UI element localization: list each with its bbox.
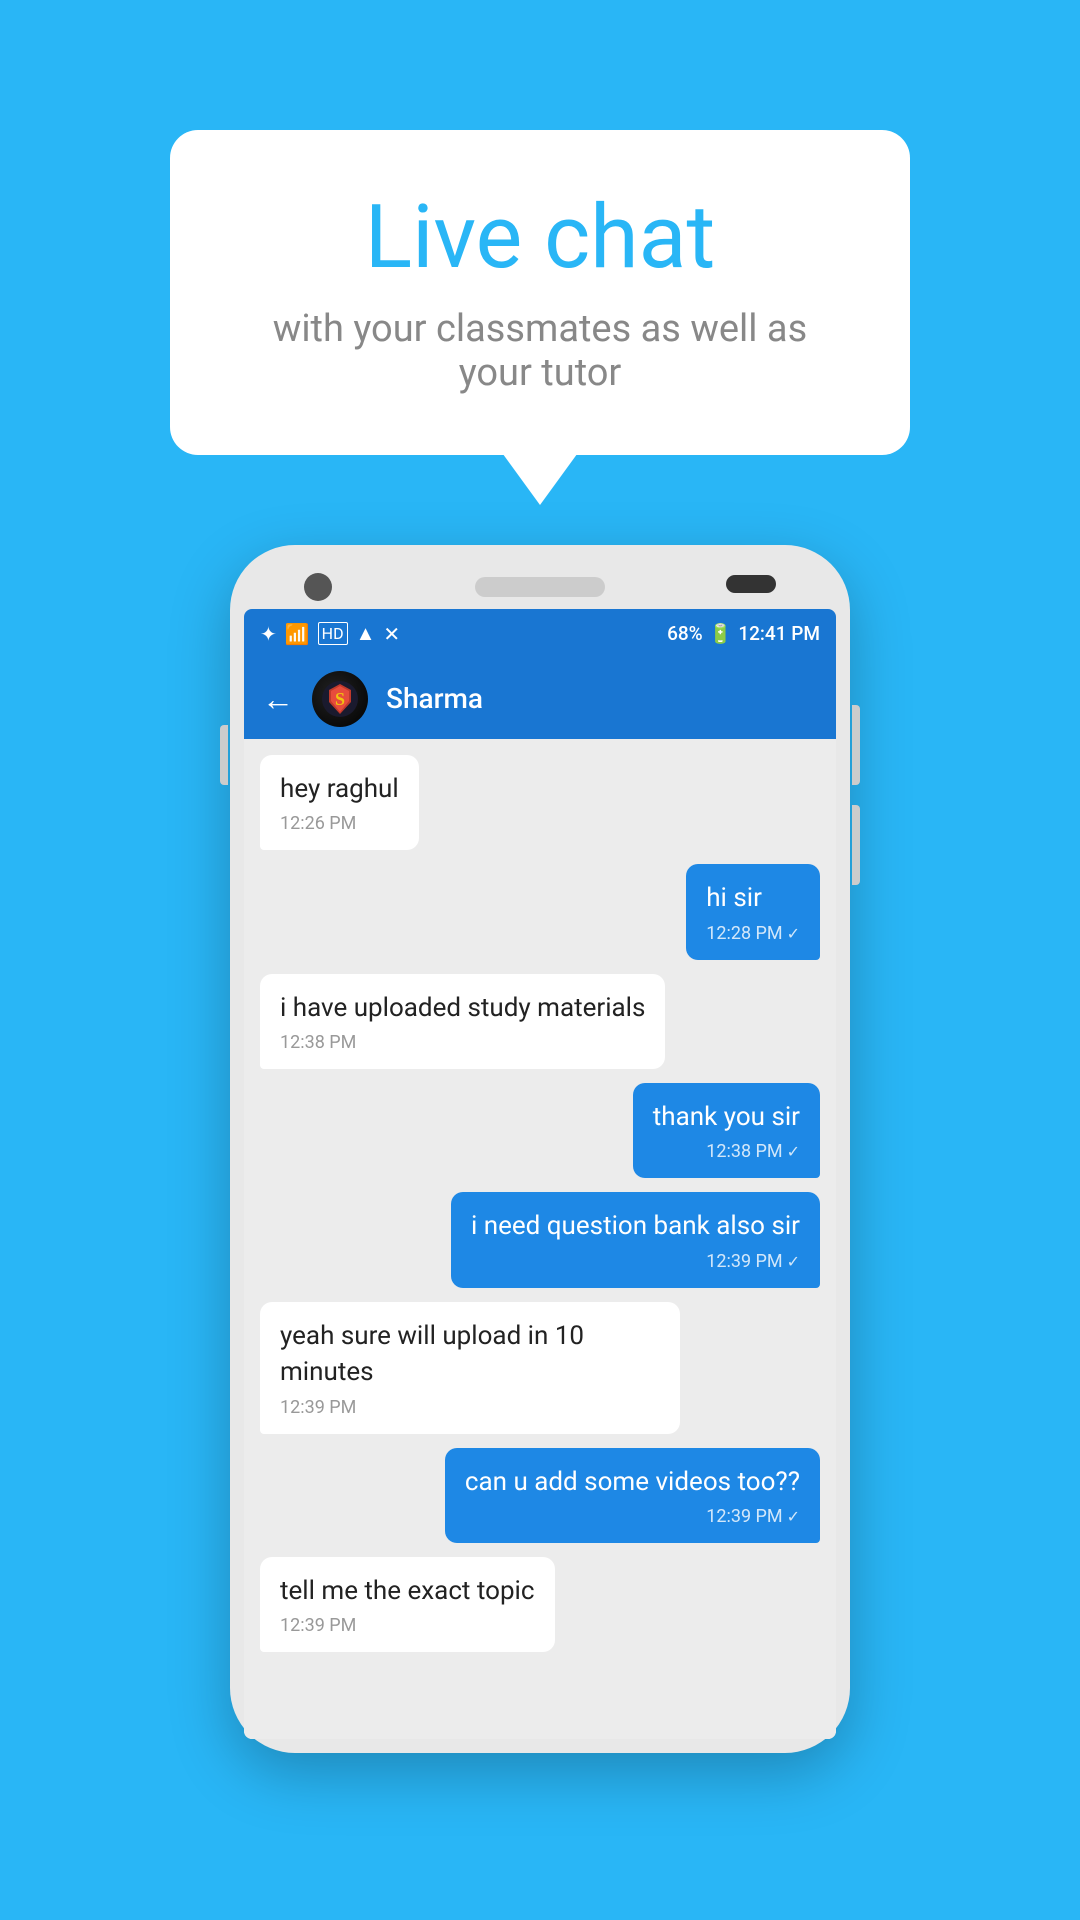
message-text: hey raghul bbox=[280, 771, 399, 807]
battery-icon: 🔋 bbox=[709, 622, 733, 645]
status-right-info: 68% 🔋 12:41 PM bbox=[667, 622, 820, 645]
phone-screen: ✦ 📶 HD ▲ ✕ 68% 🔋 12:41 PM ← bbox=[244, 609, 836, 1739]
message-time: 12:28 PM ✓ bbox=[706, 923, 800, 944]
home-sensor bbox=[726, 575, 776, 593]
phone-outer: ✦ 📶 HD ▲ ✕ 68% 🔋 12:41 PM ← bbox=[230, 545, 850, 1753]
status-bar: ✦ 📶 HD ▲ ✕ 68% 🔋 12:41 PM bbox=[244, 609, 836, 659]
phone-mockup: ✦ 📶 HD ▲ ✕ 68% 🔋 12:41 PM ← bbox=[230, 545, 850, 1753]
avatar: S bbox=[312, 671, 368, 727]
message-text: i have uploaded study materials bbox=[280, 990, 645, 1026]
volume-button-right bbox=[852, 805, 860, 885]
phone-top-bar bbox=[244, 559, 836, 609]
checkmark-icon: ✓ bbox=[787, 1252, 800, 1271]
signal-icon: 📶 bbox=[285, 622, 310, 646]
volume-button-left bbox=[220, 725, 228, 785]
network-icon: ✕ bbox=[383, 622, 400, 646]
message-text: tell me the exact topic bbox=[280, 1573, 535, 1609]
checkmark-icon: ✓ bbox=[787, 1507, 800, 1526]
app-bar: ← S Sharma bbox=[244, 659, 836, 739]
message-time: 12:39 PM bbox=[280, 1615, 535, 1636]
bluetooth-icon: ✦ bbox=[260, 622, 277, 646]
power-button-right bbox=[852, 705, 860, 785]
speaker-icon bbox=[475, 577, 605, 597]
back-button[interactable]: ← bbox=[262, 680, 294, 718]
message-text: thank you sir bbox=[653, 1099, 800, 1135]
clock: 12:41 PM bbox=[738, 622, 820, 645]
message-text: hi sir bbox=[706, 880, 800, 916]
message-time: 12:26 PM bbox=[280, 813, 399, 834]
message-time: 12:39 PM ✓ bbox=[465, 1506, 800, 1527]
message-time: 12:38 PM bbox=[280, 1032, 645, 1053]
message-text: i need question bank also sir bbox=[471, 1208, 800, 1244]
message-msg1: hey raghul 12:26 PM bbox=[260, 755, 419, 850]
message-msg5: i need question bank also sir 12:39 PM ✓ bbox=[451, 1192, 820, 1287]
message-msg3: i have uploaded study materials 12:38 PM bbox=[260, 974, 665, 1069]
message-time: 12:39 PM bbox=[280, 1397, 660, 1418]
checkmark-icon: ✓ bbox=[787, 924, 800, 943]
message-msg6: yeah sure will upload in 10 minutes 12:39… bbox=[260, 1302, 680, 1434]
camera-icon bbox=[304, 573, 332, 601]
bubble-subtitle: with your classmates as well as your tut… bbox=[240, 307, 840, 395]
svg-text:S: S bbox=[335, 689, 345, 709]
message-msg2: hi sir 12:28 PM ✓ bbox=[686, 864, 820, 959]
message-msg8: tell me the exact topic 12:39 PM bbox=[260, 1557, 555, 1652]
message-text: yeah sure will upload in 10 minutes bbox=[280, 1318, 660, 1391]
status-left-icons: ✦ 📶 HD ▲ ✕ bbox=[260, 621, 400, 646]
battery-percent: 68% bbox=[667, 622, 703, 645]
hd-icon: HD bbox=[318, 622, 348, 645]
speech-bubble-card: Live chat with your classmates as well a… bbox=[170, 130, 910, 455]
checkmark-icon: ✓ bbox=[787, 1142, 800, 1161]
contact-name: Sharma bbox=[386, 682, 483, 715]
wifi-icon: ▲ bbox=[356, 621, 376, 646]
message-msg7: can u add some videos too?? 12:39 PM ✓ bbox=[445, 1448, 820, 1543]
message-time: 12:38 PM ✓ bbox=[653, 1141, 800, 1162]
message-text: can u add some videos too?? bbox=[465, 1464, 800, 1500]
chat-area: hey raghul 12:26 PM hi sir 12:28 PM ✓ i have… bbox=[244, 739, 836, 1739]
message-msg4: thank you sir 12:38 PM ✓ bbox=[633, 1083, 820, 1178]
bubble-title: Live chat bbox=[240, 190, 840, 287]
message-time: 12:39 PM ✓ bbox=[471, 1251, 800, 1272]
